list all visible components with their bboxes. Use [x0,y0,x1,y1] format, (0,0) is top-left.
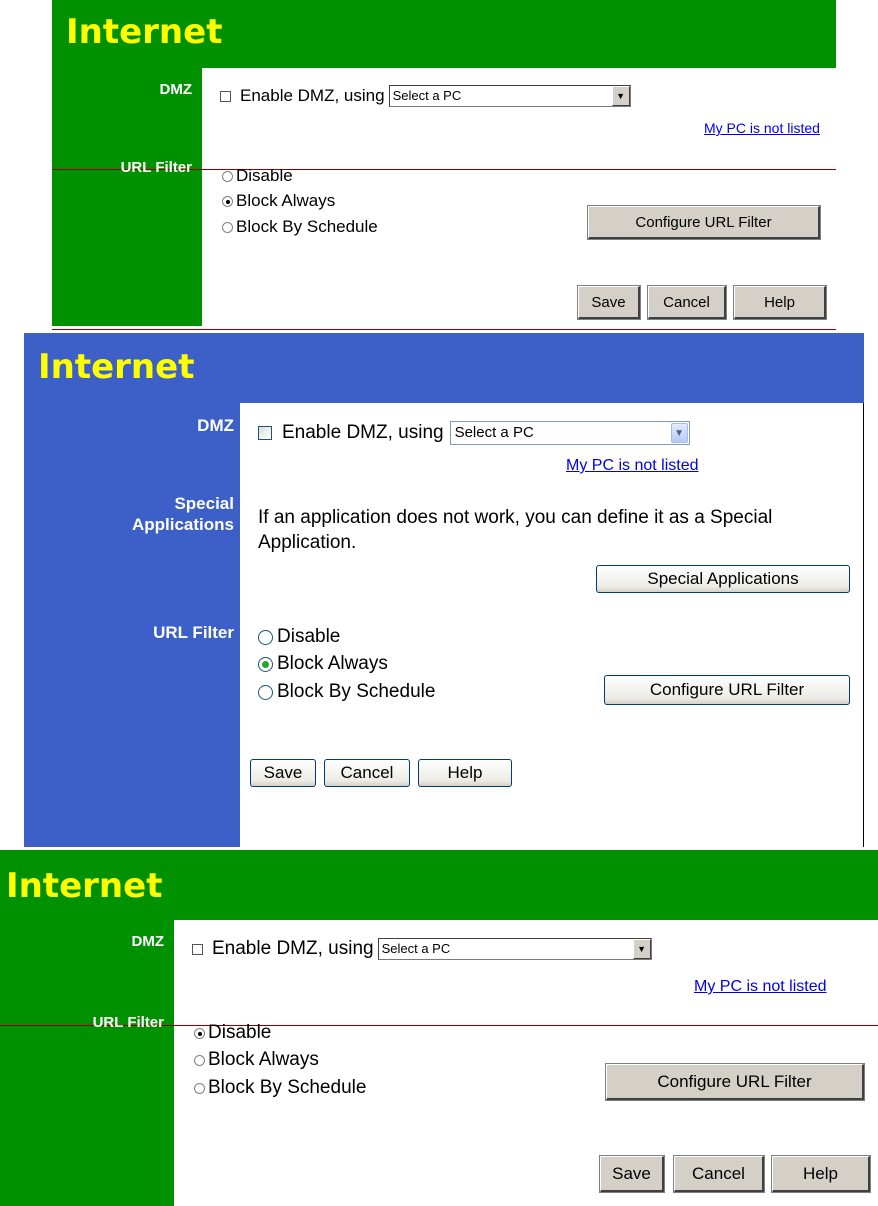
internet-panel-1: Internet DMZ Enable DMZ, using Select a … [52,0,836,326]
cancel-button[interactable]: Cancel [674,1156,764,1192]
dmz-row: Enable DMZ, using Select a PC ▼ [220,85,631,107]
dmz-pc-select[interactable]: Select a PC ▼ [449,421,690,445]
radio-block-by-schedule[interactable] [194,1082,205,1094]
page-title: Internet [66,12,223,52]
special-applications-label-line1: Special [174,494,234,513]
page-title: Internet [38,347,195,387]
my-pc-not-listed-link[interactable]: My PC is not listed [566,457,698,475]
radio-block-by-schedule[interactable] [222,221,233,233]
dmz-pc-select[interactable]: Select a PC ▼ [388,85,631,107]
page-title: Internet [6,866,163,906]
url-filter-option-block-schedule[interactable]: Block By Schedule [258,681,435,703]
dmz-pc-select[interactable]: Select a PC ▼ [377,938,652,960]
url-filter-option-block-always[interactable]: Block Always [222,191,335,211]
configure-url-filter-button[interactable]: Configure URL Filter [604,675,850,705]
save-button[interactable]: Save [250,759,316,787]
radio-block-always[interactable] [194,1054,205,1066]
url-filter-label: URL Filter [153,623,234,642]
chevron-down-icon: ▼ [670,423,688,443]
cancel-button[interactable]: Cancel [648,286,726,319]
internet-panel-2: Internet DMZ Enable DMZ, using Select a … [24,333,864,847]
url-filter-label: URL Filter [120,159,192,176]
dmz-label: DMZ [159,81,193,98]
special-applications-description-line1: If an application does not work, you can… [258,507,773,528]
my-pc-not-listed-link[interactable]: My PC is not listed [704,120,820,136]
option-label: Block By Schedule [236,217,378,236]
save-button[interactable]: Save [600,1156,664,1192]
option-label: Block Always [277,653,388,674]
dmz-enable-label: Enable DMZ, using [240,86,385,105]
url-filter-option-block-always[interactable]: Block Always [194,1049,319,1071]
configure-url-filter-button[interactable]: Configure URL Filter [606,1064,864,1100]
cancel-button[interactable]: Cancel [324,759,410,787]
radio-disable[interactable] [258,629,273,645]
chevron-down-icon: ▼ [632,939,651,959]
radio-disable[interactable] [222,170,233,182]
url-filter-label: URL Filter [92,1014,164,1031]
help-button[interactable]: Help [772,1156,870,1192]
internet-panel-3: Internet DMZ Enable DMZ, using Select a … [0,850,878,1206]
dmz-label: DMZ [197,416,234,435]
url-filter-option-block-schedule[interactable]: Block By Schedule [222,217,378,237]
option-label: Block By Schedule [208,1077,367,1098]
url-filter-option-block-schedule[interactable]: Block By Schedule [194,1077,366,1099]
dmz-row: Enable DMZ, using Select a PC ▼ [192,938,652,960]
dmz-enable-label: Enable DMZ, using [282,422,444,443]
dmz-pc-select-value: Select a PC [392,88,462,103]
radio-block-by-schedule[interactable] [258,684,273,700]
radio-block-always[interactable] [222,195,233,207]
option-label: Block Always [236,191,336,210]
help-button[interactable]: Help [418,759,512,787]
url-filter-option-disable[interactable]: Disable [258,626,340,648]
configure-url-filter-button[interactable]: Configure URL Filter [588,206,820,239]
save-button[interactable]: Save [578,286,640,319]
special-applications-description-line2: Application. [258,532,357,553]
my-pc-not-listed-link[interactable]: My PC is not listed [694,978,826,996]
dmz-pc-select-value: Select a PC [381,941,451,956]
radio-block-always[interactable] [258,656,273,672]
special-applications-label: Special Applications [131,494,234,534]
url-filter-option-disable[interactable]: Disable [194,1022,271,1044]
option-label: Disable [236,166,293,185]
option-label: Block By Schedule [277,681,436,702]
option-label: Disable [208,1022,272,1043]
url-filter-option-block-always[interactable]: Block Always [258,653,388,675]
dmz-enable-checkbox[interactable] [220,90,231,102]
dmz-enable-label: Enable DMZ, using [212,938,374,959]
special-applications-button[interactable]: Special Applications [596,565,850,593]
help-button[interactable]: Help [734,286,826,319]
dmz-label: DMZ [131,933,165,950]
special-applications-label-line2: Applications [131,514,234,534]
radio-disable[interactable] [194,1027,205,1039]
option-label: Disable [277,626,341,647]
divider-line [52,329,836,330]
option-label: Block Always [208,1049,319,1070]
chevron-down-icon: ▼ [611,86,630,106]
dmz-enable-checkbox[interactable] [258,426,272,440]
url-filter-option-disable[interactable]: Disable [222,166,293,186]
dmz-enable-checkbox[interactable] [192,943,203,955]
dmz-pc-select-value: Select a PC [454,424,534,441]
dmz-row: Enable DMZ, using Select a PC ▼ [258,421,690,445]
